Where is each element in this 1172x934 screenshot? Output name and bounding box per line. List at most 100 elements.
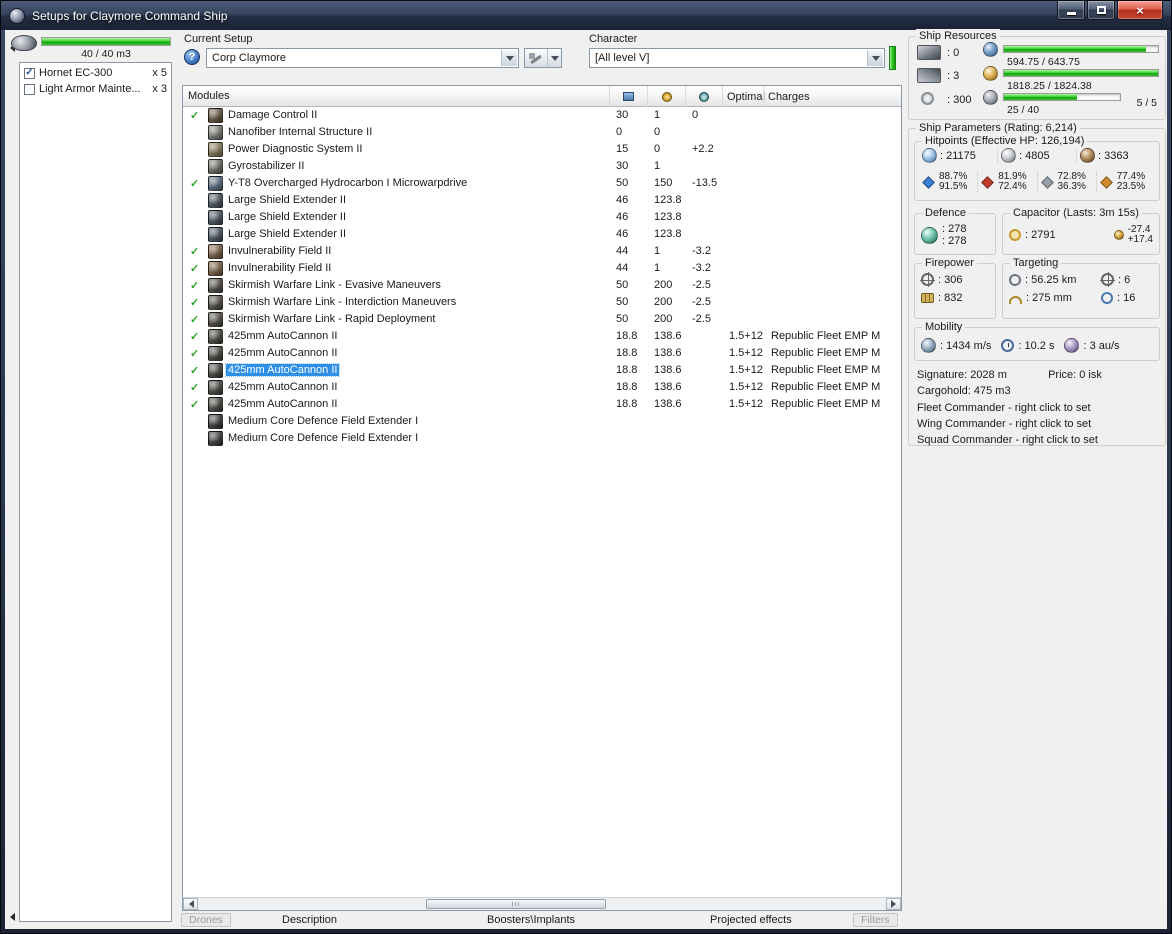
optimal-column-header[interactable]: Optimal: [722, 86, 765, 107]
chevron-down-icon: [501, 50, 517, 66]
module-name[interactable]: Damage Control II: [228, 109, 317, 121]
cpu-icon: [623, 92, 634, 101]
scrollbar-thumb[interactable]: [426, 899, 606, 909]
module-active-check-icon: ✓: [190, 110, 200, 122]
module-row[interactable]: ✓ Skirmish Warfare Link - Evasive Maneuve…: [183, 277, 901, 294]
autocannon-icon: [208, 380, 223, 395]
fleet-commander-line[interactable]: Fleet Commander - right click to set: [917, 402, 1161, 414]
module-row[interactable]: Large Shield Extender II 46 123.8: [183, 226, 901, 243]
drone-list[interactable]: ✓ Hornet EC-300 x 5 Light Armor Mainte... x …: [19, 62, 172, 922]
module-charges: Republic Fleet EMP M: [771, 347, 881, 359]
module-powergrid: 1: [654, 109, 661, 121]
current-setup-label: Current Setup: [184, 33, 253, 45]
capacitor-column-header[interactable]: [685, 86, 722, 107]
module-powergrid: 200: [654, 313, 673, 325]
module-row[interactable]: ✓ Skirmish Warfare Link - Interdiction Ma…: [183, 294, 901, 311]
module-row[interactable]: ✓ Y-T8 Overcharged Hydrocarbon I Microwar…: [183, 175, 901, 192]
module-name[interactable]: 425mm AutoCannon II: [228, 398, 337, 410]
help-icon[interactable]: ?: [184, 49, 200, 65]
launcher-hardpoints-value: 3: [947, 70, 959, 82]
shield-extender-icon: [208, 193, 223, 208]
tab-description[interactable]: Description: [282, 914, 337, 926]
module-row[interactable]: Nanofiber Internal Structure II 0 0: [183, 124, 901, 141]
module-name[interactable]: Y-T8 Overcharged Hydrocarbon I Microwarp…: [228, 177, 467, 189]
calibration-icon: [921, 92, 934, 105]
module-name[interactable]: Large Shield Extender II: [228, 228, 346, 240]
module-active-check-icon: ✓: [190, 178, 200, 190]
cpu-column-header[interactable]: [609, 86, 647, 107]
character-select[interactable]: [All level V]: [589, 48, 885, 68]
module-row[interactable]: ✓ 425mm AutoCannon II 18.8 138.6 1.5+12 Repub…: [183, 328, 901, 345]
powergrid-bar: [1003, 69, 1159, 77]
module-name[interactable]: 425mm AutoCannon II: [228, 347, 337, 359]
maximize-button[interactable]: [1087, 1, 1115, 20]
module-cap: -2.5: [692, 296, 711, 308]
tools-menu-arrow[interactable]: [547, 49, 561, 67]
targeting-title: Targeting: [1010, 256, 1062, 270]
module-name[interactable]: Gyrostabilizer II: [228, 160, 304, 172]
module-name[interactable]: 425mm AutoCannon II: [228, 381, 337, 393]
module-name[interactable]: Large Shield Extender II: [228, 194, 346, 206]
modules-table: Modules Optimal Charges ✓ Damage Control …: [182, 85, 902, 911]
module-name[interactable]: Invulnerability Field II: [228, 262, 331, 274]
module-row[interactable]: Gyrostabilizer II 30 1: [183, 158, 901, 175]
module-name[interactable]: Medium Core Defence Field Extender I: [228, 432, 418, 444]
module-name[interactable]: Nanofiber Internal Structure II: [228, 126, 372, 138]
scroll-left-button[interactable]: [183, 898, 198, 910]
module-name[interactable]: 425mm AutoCannon II: [224, 363, 341, 377]
tab-filters[interactable]: Filters: [853, 913, 898, 927]
module-name[interactable]: Invulnerability Field II: [228, 245, 331, 257]
character-skill-indicator: [889, 46, 896, 70]
module-name[interactable]: Large Shield Extender II: [228, 211, 346, 223]
drone-list-item[interactable]: ✓ Hornet EC-300 x 5: [21, 65, 170, 81]
module-name[interactable]: Medium Core Defence Field Extender I: [228, 415, 418, 427]
module-row[interactable]: ✓ 425mm AutoCannon II 18.8 138.6 1.5+12 Repub…: [183, 362, 901, 379]
module-name[interactable]: Skirmish Warfare Link - Evasive Maneuver…: [228, 279, 441, 291]
autocannon-icon: [208, 363, 223, 378]
module-row[interactable]: Power Diagnostic System II 15 0 +2.2: [183, 141, 901, 158]
drones-active-value: 5 / 5: [1136, 97, 1157, 109]
module-row[interactable]: ✓ 425mm AutoCannon II 18.8 138.6 1.5+12 Repub…: [183, 396, 901, 413]
module-name[interactable]: Skirmish Warfare Link - Rapid Deployment: [228, 313, 435, 325]
powergrid-column-header[interactable]: [647, 86, 685, 107]
tab-projected-effects[interactable]: Projected effects: [710, 914, 792, 926]
squad-commander-line[interactable]: Squad Commander - right click to set: [917, 434, 1161, 446]
character-select-value: [All level V]: [595, 52, 650, 64]
close-button[interactable]: ×: [1117, 1, 1163, 20]
setup-tools-button[interactable]: [524, 48, 562, 68]
titlebar[interactable]: Setups for Claymore Command Ship ×: [1, 1, 1171, 30]
module-name[interactable]: Skirmish Warfare Link - Interdiction Man…: [228, 296, 456, 308]
tab-drones[interactable]: Drones: [181, 913, 231, 927]
module-row[interactable]: Medium Core Defence Field Extender I: [183, 413, 901, 430]
setup-select[interactable]: Corp Claymore: [206, 48, 519, 68]
scroll-right-button[interactable]: [886, 898, 901, 910]
module-name[interactable]: Power Diagnostic System II: [228, 143, 363, 155]
module-name[interactable]: 425mm AutoCannon II: [228, 330, 337, 342]
module-row[interactable]: Large Shield Extender II 46 123.8: [183, 209, 901, 226]
autocannon-icon: [208, 346, 223, 361]
invulnerability-field-icon: [208, 261, 223, 276]
setup-select-value: Corp Claymore: [212, 52, 286, 64]
module-row[interactable]: ✓ 425mm AutoCannon II 18.8 138.6 1.5+12 Repub…: [183, 379, 901, 396]
horizontal-scrollbar[interactable]: [183, 897, 901, 910]
drone-list-item[interactable]: Light Armor Mainte... x 3: [21, 81, 170, 97]
module-powergrid: 138.6: [654, 398, 682, 410]
drone-checkbox[interactable]: [24, 83, 35, 95]
charges-column-header[interactable]: Charges: [763, 86, 901, 107]
tab-boosters-implants[interactable]: Boosters\Implants: [487, 914, 575, 926]
module-row[interactable]: ✓ Invulnerability Field II 44 1 -3.2: [183, 260, 901, 277]
module-powergrid: 0: [654, 143, 661, 155]
wing-commander-line[interactable]: Wing Commander - right click to set: [917, 418, 1161, 430]
module-row[interactable]: Large Shield Extender II 46 123.8: [183, 192, 901, 209]
module-row[interactable]: ✓ 425mm AutoCannon II 18.8 138.6 1.5+12 Repub…: [183, 345, 901, 362]
minimize-button[interactable]: [1057, 1, 1085, 20]
module-cap: +2.2: [692, 143, 714, 155]
autocannon-icon: [208, 329, 223, 344]
module-row[interactable]: ✓ Skirmish Warfare Link - Rapid Deploymen…: [183, 311, 901, 328]
module-row[interactable]: ✓ Damage Control II 30 1 0: [183, 107, 901, 124]
drone-checkbox[interactable]: ✓: [24, 67, 35, 79]
module-row[interactable]: Medium Core Defence Field Extender I: [183, 430, 901, 447]
modules-column-header[interactable]: Modules: [188, 90, 230, 102]
module-row[interactable]: ✓ Invulnerability Field II 44 1 -3.2: [183, 243, 901, 260]
module-cpu: 50: [616, 296, 629, 308]
